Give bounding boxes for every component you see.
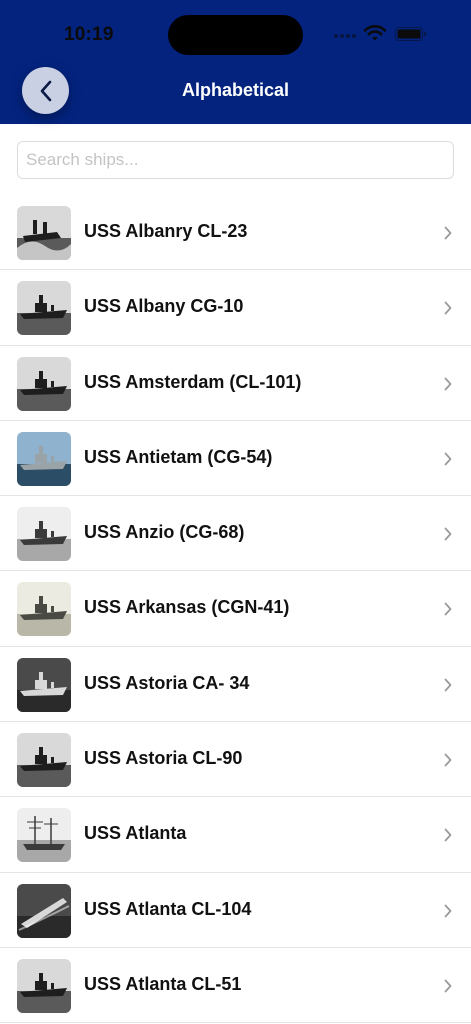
- ship-name: USS Atlanta: [84, 823, 187, 844]
- battery-icon: [395, 27, 427, 41]
- ship-thumbnail: [17, 657, 71, 712]
- chevron-right-icon: [444, 979, 452, 993]
- ship-photo: [17, 582, 71, 637]
- ship-list-item[interactable]: USS Atlanta: [0, 797, 471, 873]
- ship-thumbnail: [17, 808, 71, 863]
- ship-photo: [17, 657, 71, 712]
- ship-photo: [17, 431, 71, 486]
- ship-name: USS Anzio (CG-68): [84, 522, 245, 543]
- status-time: 10:19: [64, 24, 114, 45]
- ship-thumbnail: [17, 883, 71, 938]
- ship-thumbnail: [17, 582, 71, 637]
- ship-list-item[interactable]: USS Antietam (CG-54): [0, 421, 471, 497]
- chevron-right-icon: [444, 527, 452, 541]
- dynamic-island: [168, 15, 303, 55]
- ship-photo: [17, 507, 71, 562]
- ship-name: USS Antietam (CG-54): [84, 446, 273, 467]
- ship-thumbnail: [17, 281, 71, 336]
- ship-photo: [17, 958, 71, 1013]
- chevron-right-icon: [444, 301, 452, 315]
- ship-list: USS Albanry CL-23 USS Albany CG-10 USS A…: [0, 195, 471, 1024]
- ship-list-item[interactable]: USS Arkansas (CGN-41): [0, 571, 471, 647]
- cellular-signal-icon: [334, 34, 360, 40]
- ship-list-item[interactable]: USS Atlanta CL-104: [0, 873, 471, 948]
- ship-list-item[interactable]: USS Astoria CL-90: [0, 722, 471, 798]
- chevron-left-icon: [40, 80, 51, 101]
- chevron-right-icon: [444, 678, 452, 692]
- ship-photo: [17, 733, 71, 788]
- chevron-right-icon: [444, 452, 452, 466]
- ship-photo: [17, 356, 71, 411]
- search-bar: [17, 141, 454, 179]
- chevron-right-icon: [444, 377, 452, 390]
- ship-thumbnail: [17, 958, 71, 1013]
- ship-list-item[interactable]: USS Anzio (CG-68): [0, 496, 471, 572]
- status-bar: 10:19: [0, 0, 471, 62]
- ship-thumbnail: [17, 206, 71, 260]
- ship-name: USS Arkansas (CGN-41): [84, 597, 290, 618]
- ship-thumbnail: [17, 507, 71, 562]
- ship-list-item[interactable]: USS Astoria CA- 34: [0, 647, 471, 723]
- ship-name: USS Albanry CL-23: [84, 221, 248, 241]
- page-title: Alphabetical: [181, 80, 290, 100]
- ship-photo: [17, 808, 71, 863]
- ship-name: USS Albany CG-10: [84, 296, 244, 317]
- ship-list-item[interactable]: USS Albanry CL-23: [0, 195, 471, 271]
- chevron-right-icon: [444, 226, 452, 240]
- chevron-right-icon: [444, 828, 452, 842]
- ship-photo: [17, 206, 71, 260]
- search-input[interactable]: [17, 141, 454, 179]
- ship-photo: [17, 883, 71, 938]
- chevron-right-icon: [444, 753, 452, 767]
- ship-thumbnail: [17, 356, 71, 411]
- ship-list-item[interactable]: USS Atlanta CL-51: [0, 948, 471, 1024]
- ship-name: USS Atlanta CL-51: [84, 973, 242, 994]
- ship-name: USS Amsterdam (CL-101): [84, 371, 302, 392]
- nav-header: 10:19 Alphabetical: [0, 0, 471, 124]
- chevron-right-icon: [444, 904, 452, 918]
- ship-thumbnail: [17, 431, 71, 486]
- chevron-right-icon: [444, 603, 452, 616]
- ship-list-item[interactable]: USS Albany CG-10: [0, 270, 471, 346]
- ship-name: USS Astoria CL-90: [84, 748, 243, 769]
- ship-name: USS Atlanta CL-104: [84, 898, 252, 919]
- ship-thumbnail: [17, 733, 71, 788]
- ship-list-item[interactable]: USS Amsterdam (CL-101): [0, 346, 471, 421]
- wifi-icon: [364, 25, 386, 41]
- ship-photo: [17, 281, 71, 336]
- ship-name: USS Astoria CA- 34: [84, 672, 250, 693]
- back-button[interactable]: [22, 67, 69, 114]
